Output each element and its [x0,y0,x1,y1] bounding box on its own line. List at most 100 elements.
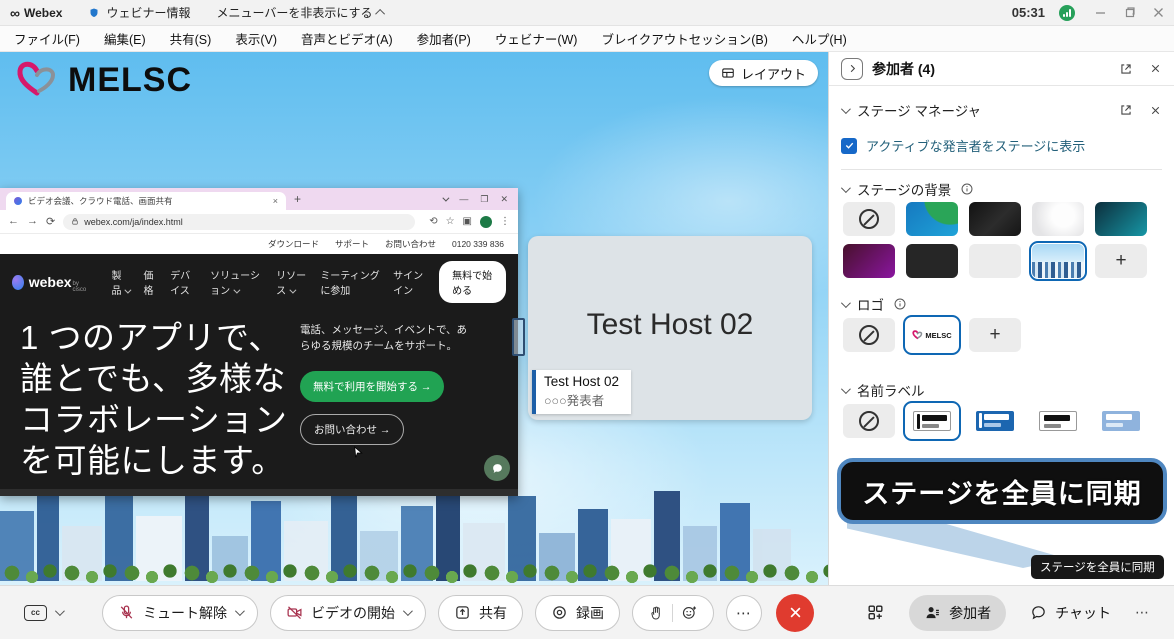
browser-profile-avatar[interactable] [480,216,492,228]
name-label-style2-thumb[interactable] [969,404,1021,438]
menu-webinar[interactable]: ウェビナー(W) [495,29,578,48]
name-label-style4-thumb[interactable] [1095,404,1147,438]
maximize-button[interactable] [1124,7,1135,18]
menu-breakout[interactable]: ブレイクアウトセッション(B) [601,29,767,48]
menu-share[interactable]: 共有(S) [170,29,212,48]
nav-products[interactable]: 製品 [111,267,130,297]
more-panels-button[interactable]: ⋯ [1135,604,1150,621]
browser-menu-icon[interactable]: ⋮ [500,216,510,227]
webinar-info-button[interactable]: ウェビナー情報 [88,4,190,21]
name-label-none-thumb[interactable] [843,404,895,438]
connection-quality-icon[interactable] [1059,5,1075,21]
menu-file[interactable]: ファイル(F) [14,29,80,48]
add-background-button[interactable]: + [1095,244,1147,278]
join-meeting-link[interactable]: ミーティングに参加 [320,267,381,297]
record-button[interactable]: 録画 [535,595,620,631]
name-label-style3-thumb[interactable] [1032,404,1084,438]
nav-devices[interactable]: デバイス [170,267,197,297]
stage-resize-handle[interactable] [512,318,525,356]
contact-cta-button[interactable]: お問い合わせ → [300,414,404,445]
background-city-thumb-selected[interactable] [1032,244,1084,278]
background-purple-thumb[interactable] [843,244,895,278]
add-logo-button[interactable]: + [969,318,1021,352]
info-icon[interactable] [893,297,907,311]
chevron-down-icon[interactable] [841,104,851,114]
background-white-thumb[interactable] [1032,202,1084,236]
name-label-style1-thumb-selected[interactable] [906,404,958,438]
start-free-header-button[interactable]: 無料で始める [439,261,506,303]
forward-icon[interactable]: → [27,215,38,228]
translate-icon[interactable]: ⟲ [429,216,437,227]
divider [672,604,673,622]
camera-off-icon [286,604,303,621]
logo-none-thumb[interactable] [843,318,895,352]
support-link[interactable]: サポート [335,238,369,250]
popout-stage-manager-icon[interactable] [1119,103,1133,117]
download-link[interactable]: ダウンロード [268,238,319,250]
chat-button[interactable]: チャット [1030,603,1111,623]
background-black-thumb[interactable] [969,202,1021,236]
close-window-button[interactable] [1153,7,1164,18]
browser-minimize-icon[interactable]: — [459,194,468,204]
nav-resources[interactable]: リソース [276,267,308,297]
browser-restore-icon[interactable]: ❐ [480,194,488,205]
participants-button[interactable]: 参加者 [909,595,1006,631]
nav-pricing[interactable]: 価格 [143,267,157,297]
unmute-button[interactable]: ミュート解除 [102,595,258,631]
sync-stage-button-magnified[interactable]: ステージを全員に同期 [837,458,1167,524]
new-tab-button[interactable]: + [294,192,301,206]
menu-edit[interactable]: 編集(E) [104,29,146,48]
browser-address-bar: ← → ⟳ webex.com/ja/index.html ⟲ ☆ ▣ ⋮ [0,210,518,234]
background-teal-thumb[interactable] [1095,202,1147,236]
share-button[interactable]: 共有 [438,595,523,631]
menu-view[interactable]: 表示(V) [235,29,277,48]
contact-link[interactable]: お問い合わせ [385,238,436,250]
bookmark-star-icon[interactable]: ☆ [446,216,455,227]
layout-button[interactable]: レイアウト [709,60,818,86]
menu-participants[interactable]: 参加者(P) [417,29,471,48]
browser-tab[interactable]: ビデオ会議、クラウド電話、画面共有 × [6,192,286,210]
signin-link[interactable]: サインイン [393,267,427,297]
chevron-down-icon[interactable] [841,384,851,394]
popout-icon[interactable] [1119,62,1133,76]
chevron-down-icon[interactable] [403,606,413,616]
browser-close-icon[interactable]: ✕ [500,194,508,205]
leave-meeting-button[interactable] [776,594,814,632]
nav-solutions[interactable]: ソリューション [210,267,263,297]
site-chat-fab[interactable] [484,455,510,481]
chevron-down-icon[interactable] [841,183,851,193]
tab-group-icon[interactable]: ▣ [463,216,472,227]
background-gray-thumb[interactable] [969,244,1021,278]
tab-close-icon[interactable]: × [273,196,278,206]
reactions-smiley-icon[interactable] [681,604,698,621]
chevron-up-icon [376,9,386,19]
close-stage-manager-icon[interactable] [1149,104,1162,117]
reload-icon[interactable]: ⟳ [46,215,55,228]
stage-brand-logo: MELSC [14,60,192,100]
active-speaker-checkbox[interactable] [841,138,857,154]
hide-menubar-button[interactable]: メニューバーを非表示にする [216,4,385,21]
captions-button[interactable]: cc [24,605,62,621]
chevron-down-icon[interactable] [235,606,245,616]
back-icon[interactable]: ← [8,215,19,228]
menu-help[interactable]: ヘルプ(H) [792,29,847,48]
info-icon[interactable] [960,182,974,196]
participant-tile[interactable]: Test Host 02 Test Host 02 ○○○発表者 [528,236,812,420]
start-video-button[interactable]: ビデオの開始 [270,595,426,631]
logo-melsc-thumb-selected[interactable]: MELSC [906,318,958,352]
menu-audio-video[interactable]: 音声とビデオ(A) [301,29,393,48]
raise-hand-icon[interactable] [648,605,664,621]
collapse-panel-button[interactable] [841,58,863,80]
background-dark-thumb[interactable] [906,244,958,278]
stage-manager-label: ステージ マネージャ [857,100,981,120]
more-options-button[interactable]: ⋯ [726,595,762,631]
chevron-down-icon[interactable] [841,298,851,308]
background-none-thumb[interactable] [843,202,895,236]
background-green-thumb[interactable] [906,202,958,236]
tab-chevron-icon[interactable] [443,194,450,201]
url-field[interactable]: webex.com/ja/index.html [63,214,415,230]
apps-button[interactable] [866,603,885,622]
minimize-button[interactable] [1095,7,1106,18]
start-free-cta-button[interactable]: 無料で利用を開始する → [300,371,444,402]
close-panel-icon[interactable] [1149,62,1162,75]
